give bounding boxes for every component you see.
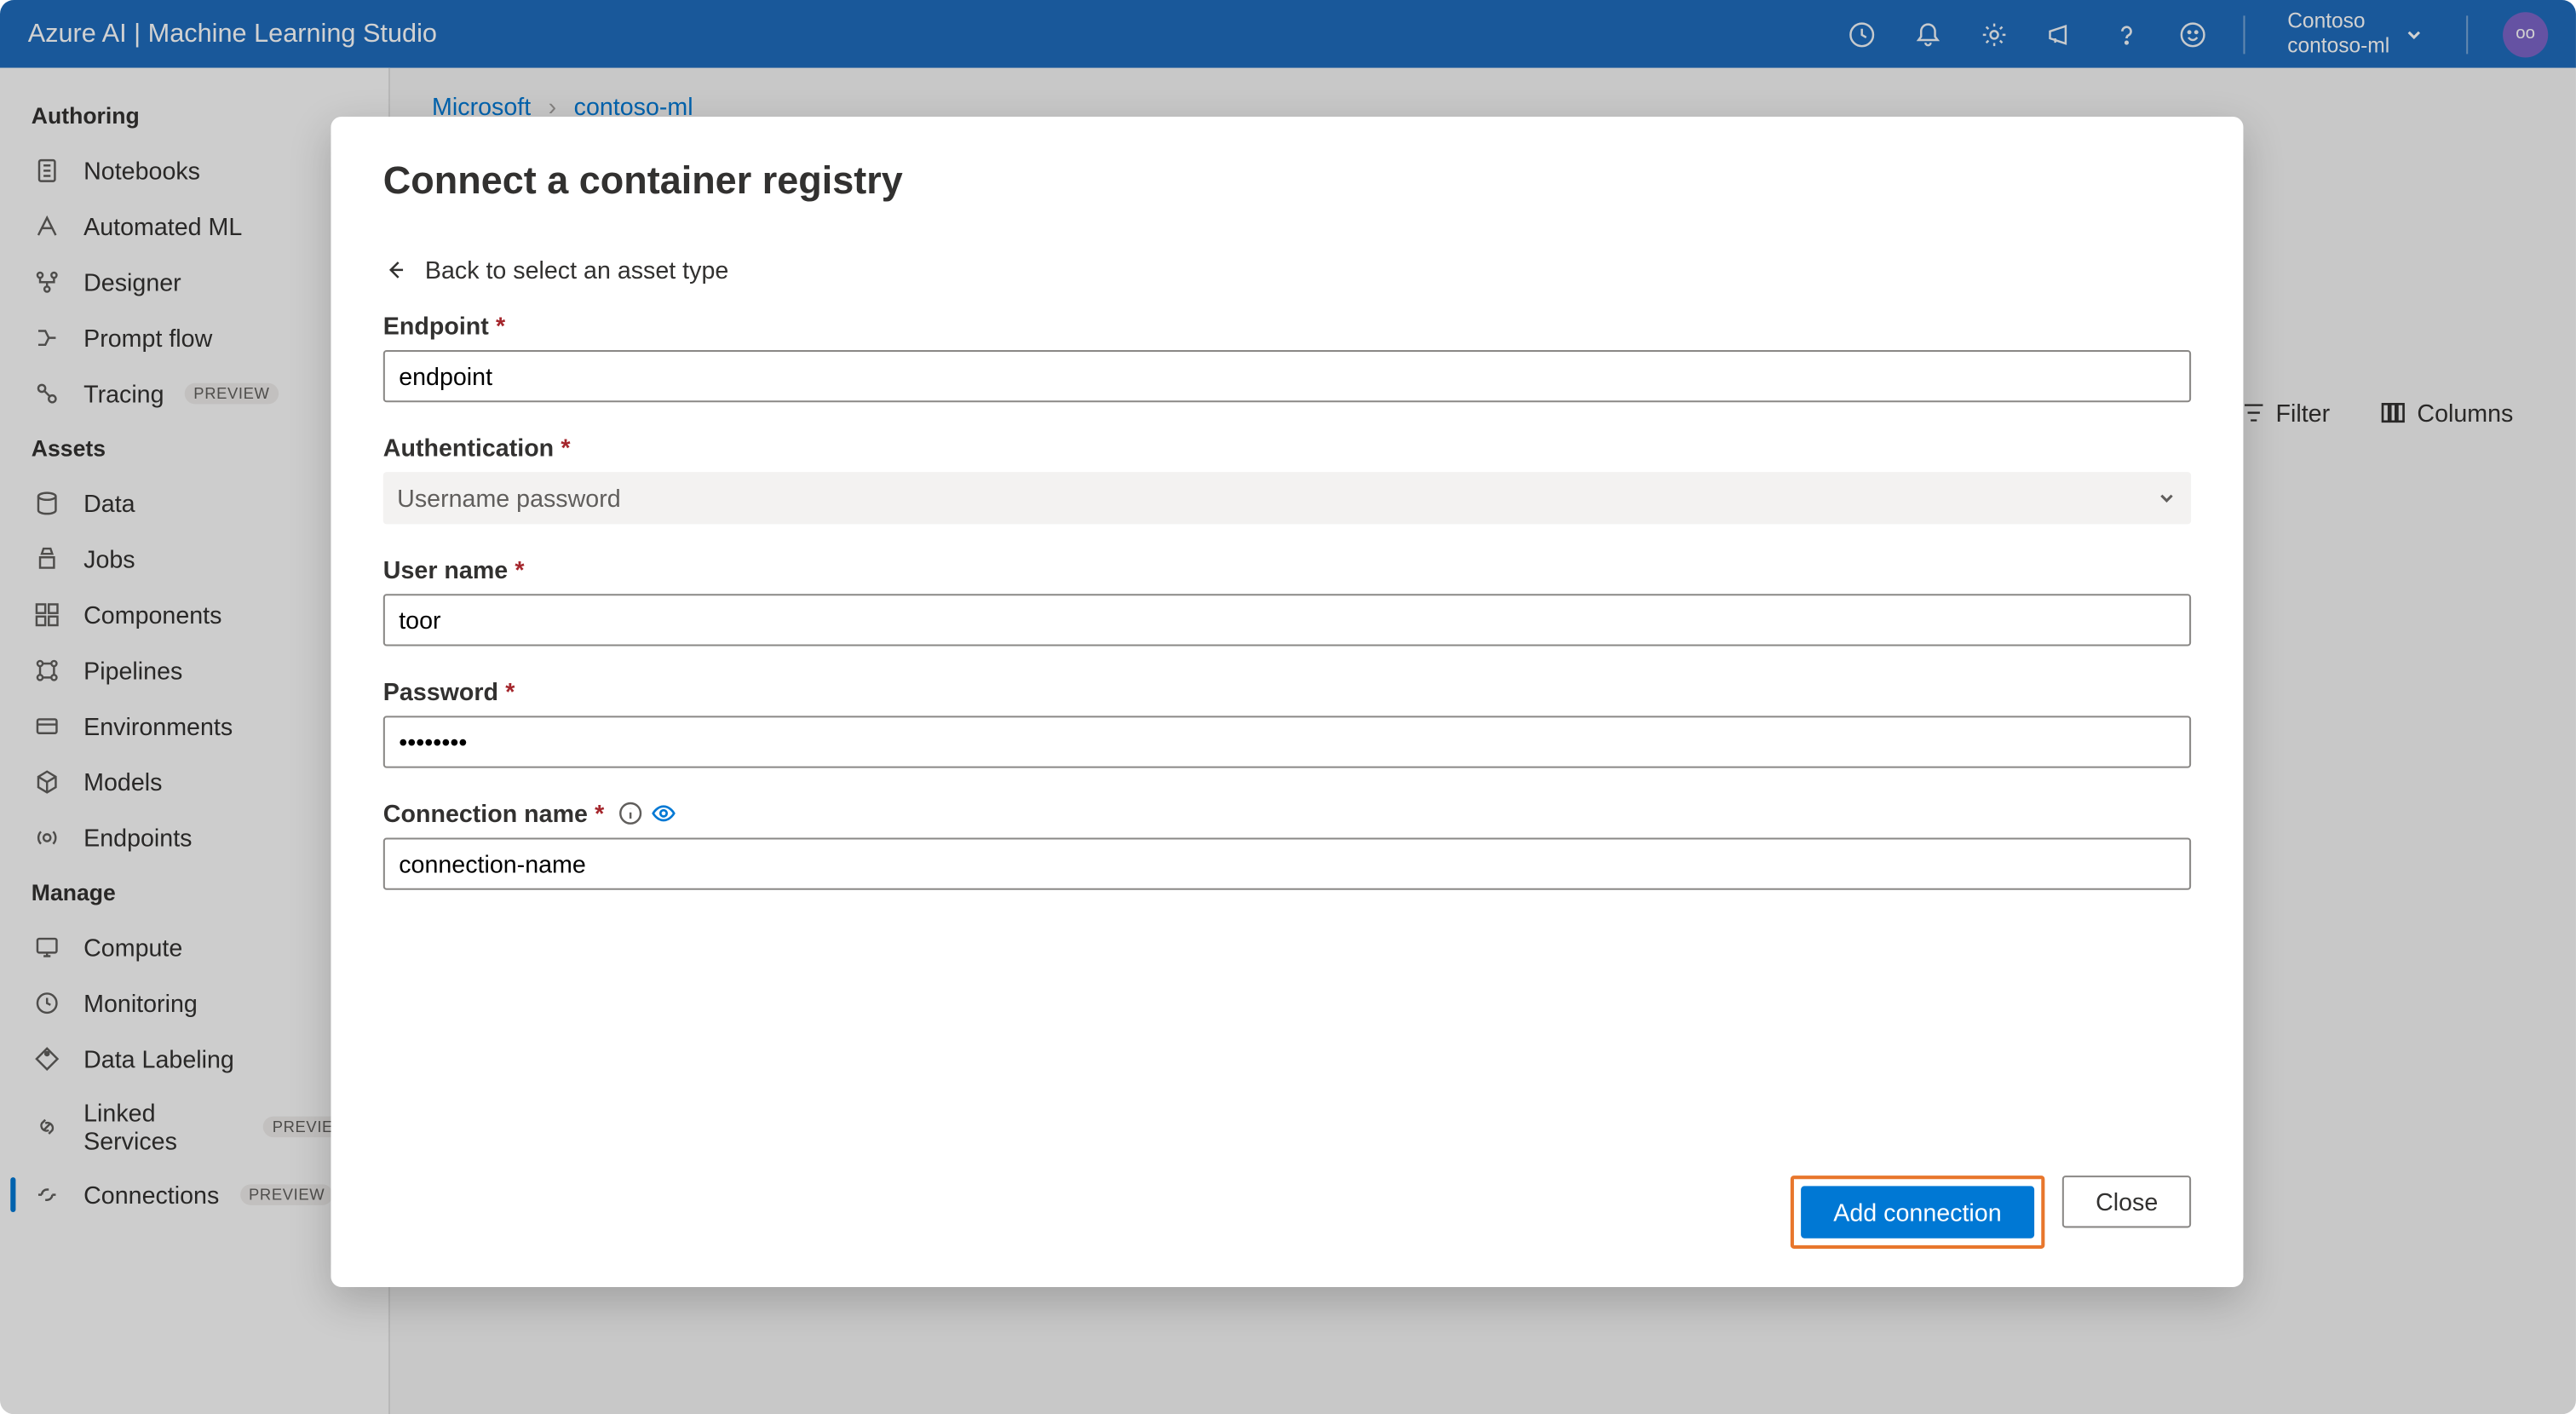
promptflow-icon (32, 322, 63, 354)
tracing-icon (32, 378, 63, 410)
chevron-down-icon (2156, 487, 2177, 509)
automl-icon (32, 210, 63, 242)
app-root: Azure AI | Machine Learning Studio Conto… (0, 0, 2576, 1414)
app-title: Azure AI | Machine Learning Studio (28, 19, 437, 49)
notebook-icon (32, 155, 63, 187)
monitoring-icon (32, 987, 63, 1019)
username-label: User name* (383, 555, 2191, 583)
eye-icon[interactable] (649, 799, 677, 827)
modal-title: Connect a container registry (383, 158, 2191, 204)
jobs-icon (32, 543, 63, 575)
username-input[interactable] (383, 594, 2191, 646)
password-input[interactable] (383, 716, 2191, 767)
megaphone-icon[interactable] (2045, 18, 2077, 49)
datalabeling-icon (32, 1043, 63, 1075)
sidebar-item-label: Designer (83, 268, 181, 296)
sidebar-item-label: Components (83, 601, 221, 629)
sidebar-item-label: Jobs (83, 545, 135, 573)
pipelines-icon (32, 655, 63, 687)
workspace-name: contoso-ml (2287, 34, 2389, 57)
modal-connect-container-registry: Connect a container registry Back to sel… (331, 117, 2243, 1287)
columns-button[interactable]: Columns (2378, 399, 2513, 427)
environments-icon (32, 710, 63, 742)
close-button[interactable]: Close (2062, 1175, 2191, 1227)
sidebar-item-label: Tracing (83, 380, 164, 408)
header-icon-group: Contoso contoso-ml oo (1847, 11, 2548, 57)
components-icon (32, 599, 63, 630)
linked-icon (32, 1111, 63, 1142)
sidebar-item-label: Linked Services (83, 1099, 243, 1154)
sidebar-item-label: Automated ML (83, 212, 242, 240)
authentication-select[interactable]: Username password (383, 472, 2191, 524)
avatar[interactable]: oo (2503, 11, 2548, 56)
sidebar-item-label: Endpoints (83, 824, 192, 852)
arrow-left-icon (383, 258, 408, 283)
endpoint-label: Endpoint* (383, 312, 2191, 340)
preview-badge: PREVIEW (240, 1184, 334, 1205)
header-divider (2244, 14, 2245, 53)
endpoint-input[interactable] (383, 350, 2191, 402)
help-icon[interactable] (2112, 18, 2143, 49)
clock-icon[interactable] (1847, 18, 1878, 49)
preview-badge: PREVIEW (185, 383, 279, 405)
bell-icon[interactable] (1913, 18, 1945, 49)
sidebar-item-label: Notebooks (83, 157, 200, 185)
smile-icon[interactable] (2177, 18, 2209, 49)
back-link[interactable]: Back to select an asset type (383, 256, 2191, 285)
toolbar-right: Filter Columns (2241, 399, 2514, 427)
workspace-directory: Contoso (2287, 11, 2389, 34)
sidebar-item-label: Data Labeling (83, 1045, 234, 1073)
sidebar-item-label: Environments (83, 712, 233, 740)
gear-icon[interactable] (1979, 18, 2010, 49)
sidebar-item-label: Monitoring (83, 989, 198, 1017)
sidebar-item-label: Pipelines (83, 657, 182, 685)
modal-footer: Add connection Close (383, 1175, 2191, 1249)
password-label: Password* (383, 677, 2191, 705)
sidebar-item-label: Data (83, 490, 135, 518)
info-icon (618, 802, 643, 826)
data-icon (32, 487, 63, 519)
header-divider-2 (2466, 14, 2468, 53)
sidebar-item-label: Connections (83, 1181, 219, 1209)
columns-icon (2378, 399, 2406, 427)
models-icon (32, 767, 63, 798)
sidebar-item-label: Models (83, 768, 162, 796)
connection-name-input[interactable] (383, 837, 2191, 889)
workspace-picker[interactable]: Contoso contoso-ml (2280, 11, 2431, 57)
connections-icon (32, 1179, 63, 1210)
connection-name-label: Connection name* (383, 799, 2191, 827)
add-connection-button[interactable]: Add connection (1800, 1186, 2034, 1238)
highlight-annotation: Add connection (1790, 1175, 2045, 1249)
filter-icon (2241, 400, 2266, 425)
sidebar-item-label: Prompt flow (83, 324, 212, 352)
filter-button[interactable]: Filter (2241, 399, 2331, 427)
designer-icon (32, 267, 63, 298)
compute-icon (32, 932, 63, 963)
header-bar: Azure AI | Machine Learning Studio Conto… (0, 0, 2576, 68)
endpoints-icon (32, 822, 63, 854)
sidebar-item-label: Compute (83, 934, 182, 962)
authentication-label: Authentication* (383, 434, 2191, 462)
chevron-down-icon (2404, 24, 2425, 45)
